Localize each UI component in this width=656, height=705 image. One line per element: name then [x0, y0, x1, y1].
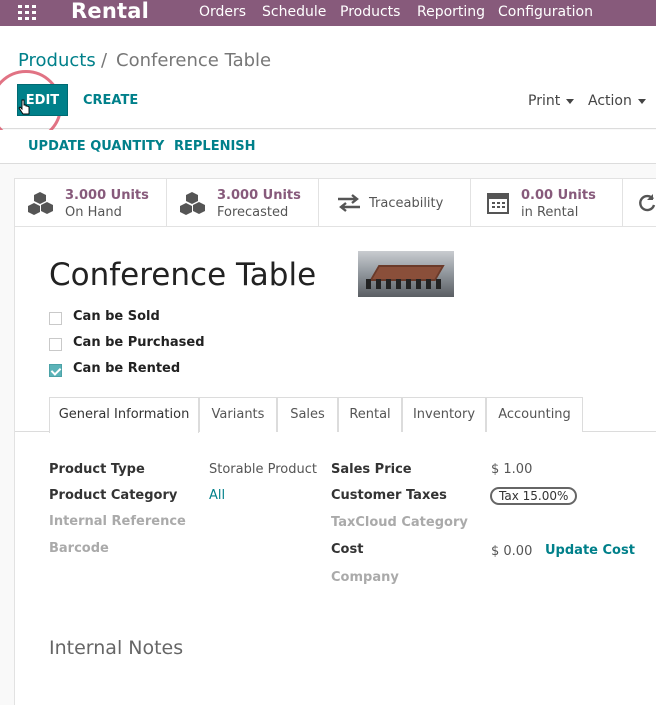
create-button[interactable]: CREATE	[83, 93, 138, 108]
form-sheet: 3.000 Units On Hand 3.000 Units Forecast…	[14, 178, 656, 705]
company-label: Company	[331, 570, 399, 585]
nav-products[interactable]: Products	[340, 4, 400, 20]
refresh-icon[interactable]	[637, 193, 656, 213]
sales-price-value[interactable]: $ 1.00	[491, 462, 532, 477]
exchange-icon	[338, 194, 360, 212]
replenish-button[interactable]: REPLENISH	[174, 139, 256, 154]
chevron-down-icon	[566, 98, 575, 104]
internal-reference-label: Internal Reference	[49, 514, 186, 529]
chevron-down-icon	[637, 98, 646, 104]
stat-on-hand-label: On Hand	[65, 205, 122, 220]
product-type-value[interactable]: Storable Product	[209, 462, 317, 477]
apps-menu-icon[interactable]	[18, 5, 36, 20]
sales-price-label: Sales Price	[331, 462, 412, 477]
action-label: Action	[588, 93, 632, 109]
hand-cursor-icon	[18, 99, 30, 115]
smart-buttons: 3.000 Units On Hand 3.000 Units Forecast…	[15, 179, 656, 227]
notebook-tabs: General Information Variants Sales Renta…	[15, 396, 656, 433]
tab-variants[interactable]: Variants	[199, 397, 277, 432]
tab-general-information[interactable]: General Information	[49, 397, 199, 433]
taxcloud-category-label: TaxCloud Category	[331, 515, 468, 530]
product-type-label: Product Type	[49, 462, 145, 477]
can-be-purchased-label: Can be Purchased	[73, 335, 205, 350]
cubes-icon	[180, 192, 205, 215]
can-be-rented-checkbox[interactable]	[49, 364, 62, 377]
nav-reporting[interactable]: Reporting	[417, 4, 485, 20]
print-dropdown[interactable]: Print	[528, 93, 575, 109]
can-be-sold-checkbox[interactable]	[49, 312, 62, 325]
product-name[interactable]: Conference Table	[49, 257, 316, 293]
app-name[interactable]: Rental	[71, 0, 149, 23]
customer-taxes-label: Customer Taxes	[331, 488, 447, 503]
print-label: Print	[528, 93, 561, 109]
nav-configuration[interactable]: Configuration	[498, 4, 593, 20]
action-dropdown[interactable]: Action	[588, 93, 646, 109]
breadcrumb-current: Conference Table	[116, 50, 272, 71]
tab-rental[interactable]: Rental	[338, 397, 402, 432]
product-category-value[interactable]: All	[209, 488, 225, 503]
stat-in-rental-value: 0.00 Units	[521, 188, 596, 203]
cost-label: Cost	[331, 542, 364, 557]
tax-badge[interactable]: Tax 15.00%	[490, 487, 578, 505]
breadcrumb-products[interactable]: Products	[18, 50, 96, 71]
stat-traceability[interactable]: Traceability	[319, 179, 471, 226]
internal-notes-heading: Internal Notes	[49, 637, 184, 659]
product-image[interactable]	[358, 251, 454, 297]
stat-in-rental-label: in Rental	[521, 205, 579, 220]
cubes-icon	[28, 192, 53, 215]
stat-in-rental[interactable]: 0.00 Units in Rental	[471, 179, 623, 226]
can-be-purchased-checkbox[interactable]	[49, 338, 62, 351]
tab-accounting[interactable]: Accounting	[486, 397, 583, 432]
update-cost-button[interactable]: Update Cost	[545, 543, 635, 558]
cost-value[interactable]: $ 0.00	[491, 544, 532, 559]
nav-orders[interactable]: Orders	[199, 4, 246, 20]
stat-on-hand[interactable]: 3.000 Units On Hand	[15, 179, 167, 226]
barcode-label: Barcode	[49, 541, 109, 556]
tab-inventory[interactable]: Inventory	[402, 397, 486, 432]
stat-forecasted-value: 3.000 Units	[217, 188, 301, 203]
can-be-sold-label: Can be Sold	[73, 309, 160, 324]
stat-on-hand-value: 3.000 Units	[65, 188, 149, 203]
tab-sales[interactable]: Sales	[277, 397, 338, 432]
control-panel: Products / Conference Table EDIT CREATE …	[0, 26, 656, 142]
header-button-bar: UPDATE QUANTITY REPLENISH	[0, 130, 656, 164]
breadcrumb-separator: /	[101, 50, 108, 71]
product-category-label: Product Category	[49, 488, 178, 503]
stat-traceability-label: Traceability	[369, 196, 444, 211]
stat-forecasted-label: Forecasted	[217, 205, 289, 220]
nav-schedule[interactable]: Schedule	[262, 4, 326, 20]
top-navbar: Rental Orders Schedule Products Reportin…	[0, 0, 656, 26]
calendar-icon	[487, 193, 509, 214]
can-be-rented-label: Can be Rented	[73, 361, 181, 376]
update-quantity-button[interactable]: UPDATE QUANTITY	[28, 139, 164, 154]
stat-forecasted[interactable]: 3.000 Units Forecasted	[167, 179, 319, 226]
